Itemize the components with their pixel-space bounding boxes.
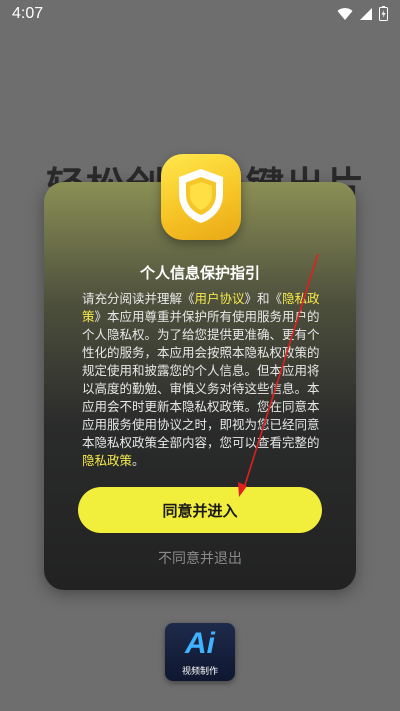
body-text-3: 》本应用尊重并保护所有使用服务用户的个人隐私权。为了给您提供更准确、更有个性化的… (82, 309, 320, 450)
privacy-dialog: 个人信息保护指引 请充分阅读并理解《用户协议》和《隐私政策 》本应用尊重并保护所有… (44, 182, 356, 590)
agree-button[interactable]: 同意并进入 (78, 487, 322, 533)
shield-icon (179, 169, 223, 223)
privacy-policy-link-2[interactable]: 隐私政策 (82, 453, 132, 468)
status-icons (337, 6, 388, 21)
body-text-2: 》和《 (244, 291, 283, 306)
app-logo-subtitle: 视频制作 (181, 667, 218, 677)
dialog-body: 请充分阅读并理解《用户协议》和《隐私政策 》本应用尊重并保护所有使用服务用户的个人… (82, 290, 324, 470)
disagree-button[interactable]: 不同意并退出 (44, 548, 356, 568)
user-agreement-link[interactable]: 用户协议 (195, 291, 245, 306)
status-time: 4:07 (12, 5, 44, 22)
status-bar: 4:07 (0, 0, 400, 28)
body-text-1: 请充分阅读并理解《 (82, 291, 195, 306)
dialog-title: 个人信息保护指引 (139, 264, 260, 282)
body-text-4: 。 (132, 453, 145, 468)
app-logo-text: Ai (185, 627, 215, 660)
signal-icon (360, 7, 372, 20)
wifi-icon (337, 7, 353, 20)
app-logo: Ai 视频制作 (165, 623, 235, 681)
battery-icon (379, 6, 388, 21)
shield-badge (161, 154, 241, 240)
